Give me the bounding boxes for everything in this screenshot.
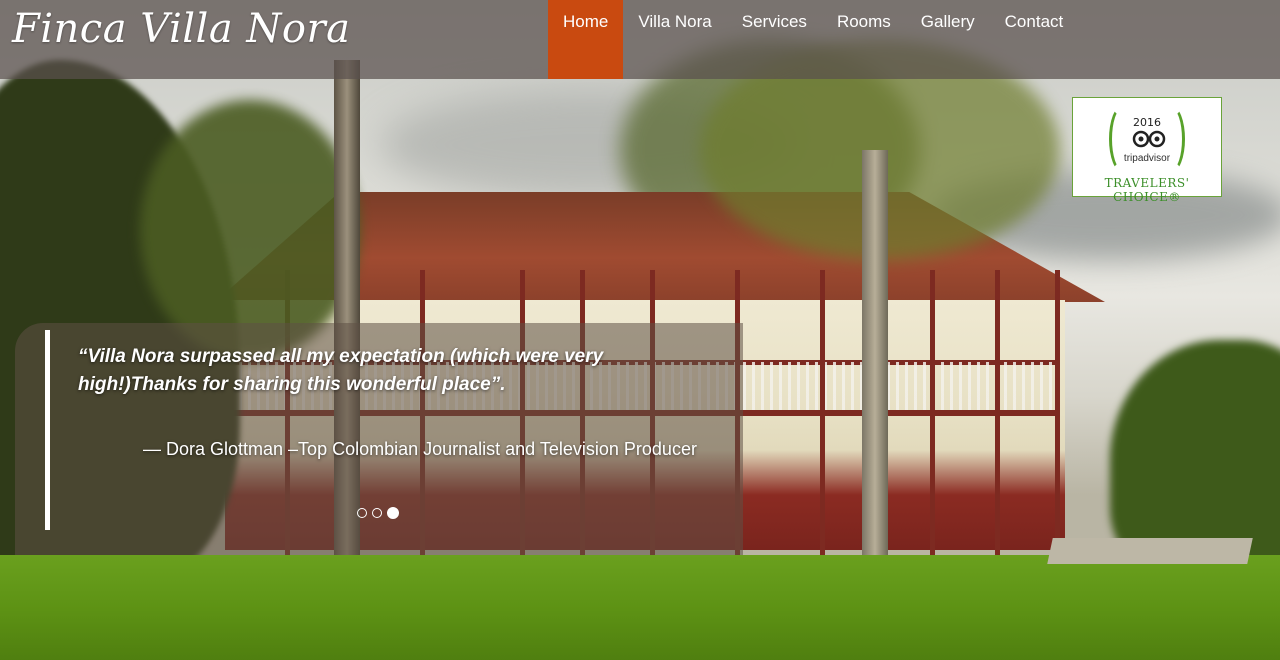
nav-item-contact[interactable]: Contact: [990, 0, 1079, 79]
owl-icon: [1132, 130, 1166, 148]
site-logo[interactable]: Finca Villa Nora: [12, 6, 350, 52]
slider-dot-1[interactable]: [357, 508, 367, 518]
tripadvisor-badge[interactable]: 2016 tripadvisor TRAVELERS' CHOICE®: [1072, 97, 1222, 204]
testimonial-slider: “Villa Nora surpassed all my expectation…: [15, 323, 743, 555]
nav-item-home[interactable]: Home: [548, 0, 624, 79]
quote-accent-bar: [45, 330, 50, 530]
badge-brand: tripadvisor: [1123, 153, 1171, 164]
testimonial-author: — Dora Glottman –Top Colombian Journalis…: [143, 439, 697, 459]
top-navbar: Finca Villa Nora Home Villa Nora Service…: [0, 0, 1280, 79]
nav-item-rooms[interactable]: Rooms: [822, 0, 906, 79]
nav-item-services[interactable]: Services: [727, 0, 822, 79]
badge-label: TRAVELERS' CHOICE®: [1104, 176, 1190, 204]
nav-item-villa-nora[interactable]: Villa Nora: [623, 0, 726, 79]
main-nav: Home Villa Nora Services Rooms Gallery C…: [548, 0, 1078, 79]
testimonial-quote: “Villa Nora surpassed all my expectation…: [78, 346, 604, 395]
nav-item-gallery[interactable]: Gallery: [906, 0, 990, 79]
badge-year: 2016: [1133, 116, 1161, 129]
slider-dot-3[interactable]: [387, 507, 399, 519]
slider-dot-2[interactable]: [372, 508, 382, 518]
slider-dots: [357, 507, 399, 519]
